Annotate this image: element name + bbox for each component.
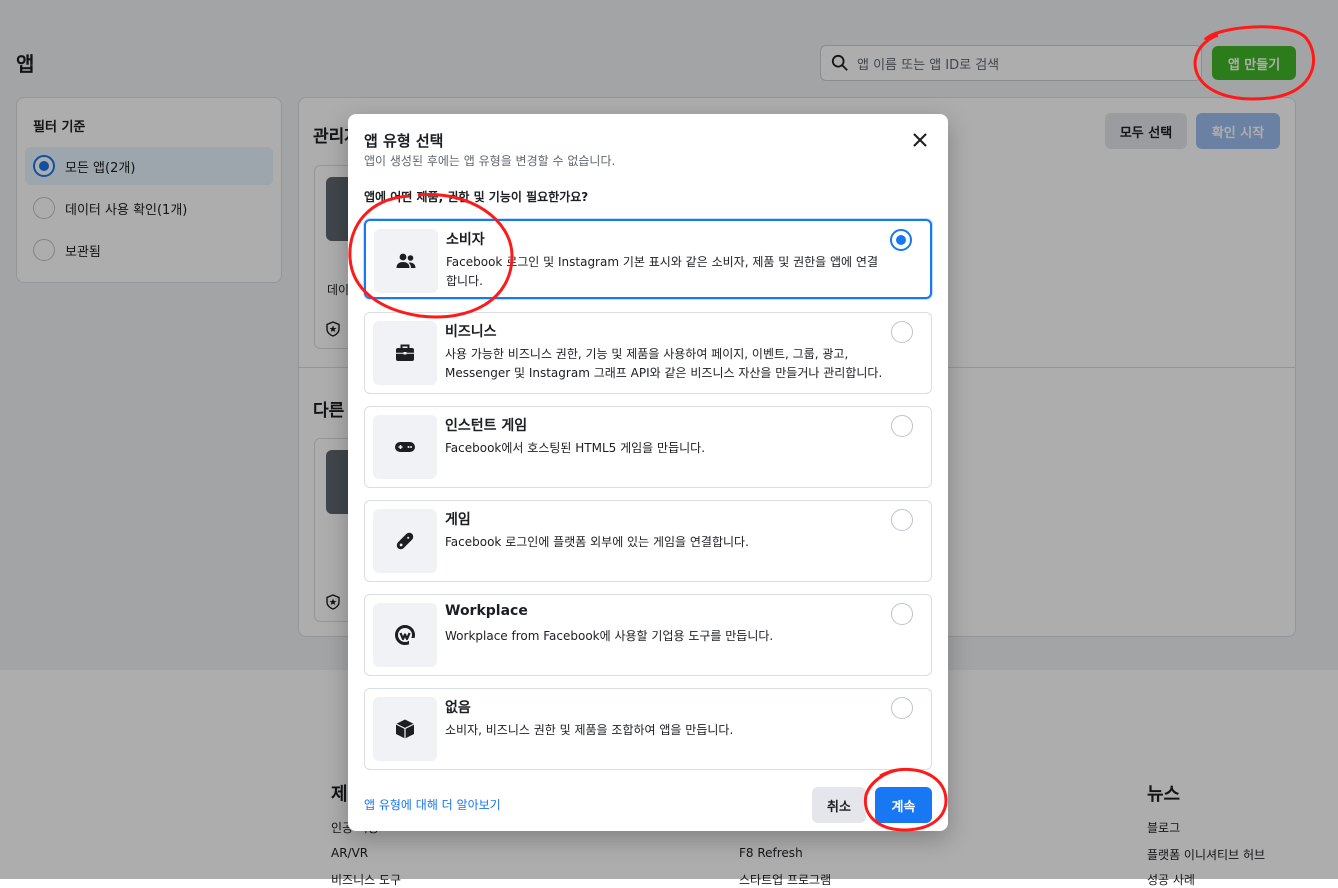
app-type-dialog: 앱 유형 선택 앱이 생성된 후에는 앱 유형을 변경할 수 없습니다. 앱에 …: [348, 114, 948, 831]
option-workplace[interactable]: Workplace Workplace from Facebook에 사용할 기…: [364, 594, 932, 676]
option-description: 사용 가능한 비즈니스 권한, 기능 및 제품을 사용하여 페이지, 이벤트, …: [445, 347, 883, 380]
cancel-button[interactable]: 취소: [812, 787, 866, 823]
dialog-question: 앱에 어떤 제품, 권한 및 기능이 필요한가요?: [364, 190, 589, 204]
dialog-title: 앱 유형 선택: [364, 132, 444, 150]
option-title: 없음: [445, 700, 471, 716]
option-radio[interactable]: [891, 509, 913, 531]
option-description: Facebook 로그인 및 Instagram 기본 표시와 같은 소비자, …: [446, 255, 878, 288]
option-consumer[interactable]: 소비자 Facebook 로그인 및 Instagram 기본 표시와 같은 소…: [364, 219, 932, 299]
option-radio[interactable]: [890, 229, 912, 251]
option-title: 비즈니스: [445, 324, 497, 340]
game-controller-icon: [373, 509, 437, 573]
option-description: Workplace from Facebook에 사용할 기업용 도구를 만듭니…: [445, 629, 774, 643]
option-instant-games[interactable]: 인스턴트 게임 Facebook에서 호스팅된 HTML5 게임을 만듭니다.: [364, 406, 932, 488]
option-description: Facebook 로그인에 플랫폼 외부에 있는 게임을 연결합니다.: [445, 535, 749, 549]
option-description: 소비자, 비즈니스 권한 및 제품을 조합하여 앱을 만듭니다.: [445, 723, 734, 737]
gamepad-icon: [373, 415, 437, 479]
option-radio[interactable]: [891, 415, 913, 437]
workplace-icon: [373, 603, 437, 667]
option-title: 소비자: [446, 232, 485, 248]
people-icon: [374, 229, 438, 293]
option-radio[interactable]: [891, 697, 913, 719]
option-title: 게임: [445, 512, 471, 528]
continue-button[interactable]: 계속: [875, 787, 932, 823]
dialog-subtitle: 앱이 생성된 후에는 앱 유형을 변경할 수 없습니다.: [364, 154, 616, 168]
option-title: 인스턴트 게임: [445, 418, 528, 434]
cube-icon: [373, 697, 437, 761]
option-radio[interactable]: [891, 603, 913, 625]
option-title: Workplace: [445, 603, 528, 619]
close-icon[interactable]: [908, 128, 932, 152]
learn-more-link[interactable]: 앱 유형에 대해 더 알아보기: [364, 796, 501, 813]
option-radio[interactable]: [891, 321, 913, 343]
option-business[interactable]: 비즈니스 사용 가능한 비즈니스 권한, 기능 및 제품을 사용하여 페이지, …: [364, 312, 932, 394]
option-description: Facebook에서 호스팅된 HTML5 게임을 만듭니다.: [445, 441, 706, 455]
option-none[interactable]: 없음 소비자, 비즈니스 권한 및 제품을 조합하여 앱을 만듭니다.: [364, 688, 932, 770]
option-games[interactable]: 게임 Facebook 로그인에 플랫폼 외부에 있는 게임을 연결합니다.: [364, 500, 932, 582]
briefcase-icon: [373, 321, 437, 385]
